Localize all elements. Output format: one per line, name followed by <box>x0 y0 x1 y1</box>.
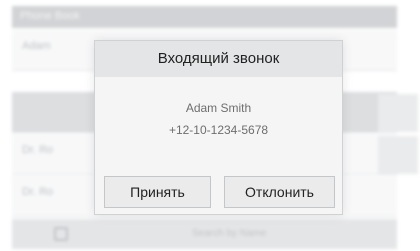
decline-call-button[interactable]: Отклонить <box>224 176 335 208</box>
accept-call-button[interactable]: Принять <box>104 176 211 208</box>
caller-number: +12-10-1234-5678 <box>168 123 269 137</box>
caller-name: Adam Smith <box>185 101 252 115</box>
incoming-call-dialog: Входящий звонок Adam Smith +12-10-1234-5… <box>94 40 343 215</box>
dialog-title: Входящий звонок <box>95 41 342 77</box>
